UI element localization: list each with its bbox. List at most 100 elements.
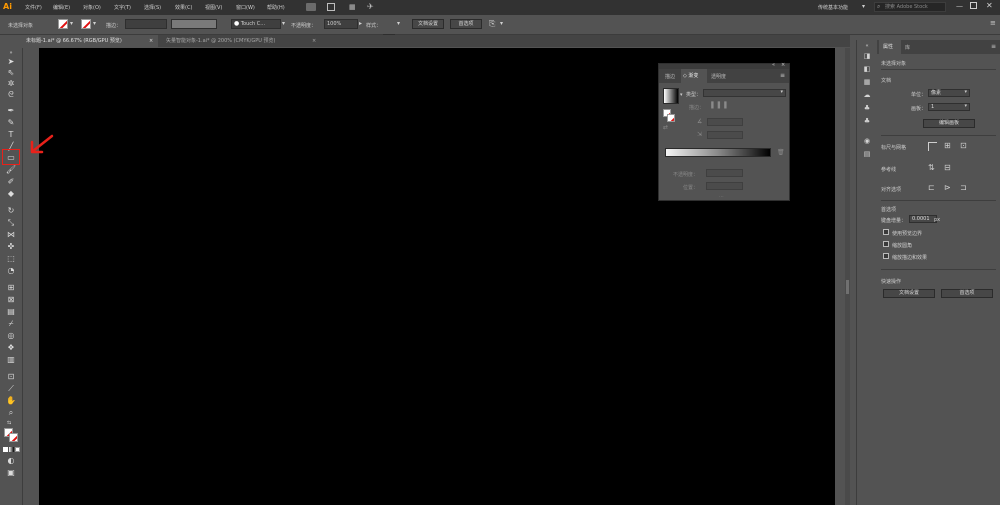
menu-file[interactable]: 文件(F) <box>25 4 42 11</box>
use-preview-bounds-checkbox[interactable] <box>883 229 889 235</box>
none-mode-icon[interactable] <box>15 447 20 452</box>
direct-selection-tool-icon[interactable]: ⇖ <box>5 68 17 78</box>
tab-close-icon[interactable]: × <box>312 35 316 47</box>
aspect-ratio-field[interactable] <box>707 131 743 139</box>
brushes-panel-icon[interactable]: ♣ <box>862 104 872 113</box>
tab-close-icon[interactable]: × <box>149 35 153 47</box>
drawing-mode-icon[interactable]: ◐ <box>5 456 17 466</box>
screen-mode-icon[interactable]: ▣ <box>5 468 17 478</box>
menu-view[interactable]: 视图(V) <box>205 4 222 11</box>
panel-menu-icon[interactable]: ≡ <box>780 72 785 79</box>
stroke-gradient-mode-icons[interactable]: ▐ ▐ ▐ <box>709 102 743 110</box>
preferences-button[interactable]: 首选项 <box>450 19 482 29</box>
tab-libraries[interactable]: 库 <box>905 44 910 51</box>
tab-stroke[interactable]: 描边 <box>665 73 675 80</box>
blend-tool-icon[interactable]: ◎ <box>5 331 17 341</box>
menu-window[interactable]: 窗口(W) <box>236 4 255 11</box>
eyedropper-tool-icon[interactable]: ⌿ <box>5 319 17 329</box>
magic-wand-tool-icon[interactable]: ✲ <box>5 79 17 89</box>
stroke-dropdown-icon[interactable]: ▾ <box>93 20 96 27</box>
opacity-dropdown-icon[interactable]: ▸ <box>359 20 362 27</box>
gradient-slider[interactable] <box>665 148 771 157</box>
appearance-panel-icon[interactable]: ◉ <box>862 137 872 146</box>
panel-resize-handle-icon[interactable]: ⋯ <box>719 194 724 200</box>
menu-select[interactable]: 选择(S) <box>144 4 161 11</box>
gradient-type-select[interactable]: ▾ <box>703 89 786 97</box>
eraser-tool-icon[interactable]: ◆ <box>5 189 17 199</box>
symbol-sprayer-tool-icon[interactable]: ❖ <box>5 343 17 353</box>
menu-effect[interactable]: 效果(C) <box>175 4 192 11</box>
dock-expand-icon[interactable]: « <box>862 44 872 49</box>
layout-icon[interactable]: ▦ <box>349 4 358 11</box>
color-panel-icon[interactable]: ◨ <box>862 52 872 61</box>
swatches-panel-icon[interactable]: ▦ <box>862 78 872 87</box>
arrange-dropdown-icon[interactable]: ▾ <box>500 20 503 27</box>
workspace-dropdown-icon[interactable]: ▾ <box>862 3 865 10</box>
hand-tool-icon[interactable]: ✋ <box>5 396 17 406</box>
curvature-tool-icon[interactable]: ✎ <box>5 118 17 128</box>
scale-tool-icon[interactable]: ⤡ <box>5 218 17 228</box>
snap-to-grid-icon[interactable]: ⊳ <box>944 183 954 193</box>
tab-transparency[interactable]: 透明度 <box>711 73 726 80</box>
panel-close-icon[interactable]: × <box>781 62 785 68</box>
free-transform-tool-icon[interactable]: ⬚ <box>5 254 17 264</box>
document-setup-button[interactable]: 文档设置 <box>412 19 444 29</box>
tab-gradient[interactable]: ◇ 渐变 <box>681 69 707 83</box>
lasso-tool-icon[interactable]: ᘓ <box>5 90 17 100</box>
menu-help[interactable]: 帮助(H) <box>267 4 285 11</box>
width-tool-icon[interactable]: ⋈ <box>5 230 17 240</box>
opacity-field[interactable]: 100% <box>324 19 358 29</box>
send-icon[interactable]: ✈ <box>367 2 377 12</box>
selection-tool-icon[interactable]: ➤ <box>5 57 17 67</box>
libraries-panel-icon[interactable]: ☁ <box>862 91 872 100</box>
quick-doc-setup-button[interactable]: 文档设置 <box>883 289 935 298</box>
angle-field[interactable] <box>707 118 743 126</box>
menu-edit[interactable]: 编辑(E) <box>53 4 70 11</box>
color-guide-icon[interactable]: ◧ <box>862 65 872 74</box>
tab-untitled-1[interactable]: 未标题-1.ai* @ 66.67% (RGB/GPU 预览) × <box>22 35 158 47</box>
paintbrush-tool-icon[interactable]: 🖌 <box>5 165 17 175</box>
panel-collapse-icon[interactable]: « <box>772 62 775 68</box>
scale-strokes-checkbox[interactable] <box>883 253 889 259</box>
artboard-tool-icon[interactable]: ⊡ <box>5 372 17 382</box>
units-select[interactable]: 像素 ▾ <box>928 89 970 97</box>
bridge-icon[interactable] <box>306 3 316 11</box>
color-mode-icon[interactable] <box>3 447 8 452</box>
stroke-color-swatch[interactable] <box>9 433 18 442</box>
scrollbar-thumb[interactable] <box>846 280 849 294</box>
tab-vector-smart-object-1[interactable]: 矢量智能对象-1.ai* @ 200% (CMYK/GPU 预览) × <box>162 35 322 47</box>
perspective-grid-tool-icon[interactable]: ⊞ <box>5 283 17 293</box>
gradient-thumbnail[interactable] <box>663 88 679 104</box>
arrange-icon[interactable]: ⎘ <box>489 19 495 29</box>
snap-to-point-icon[interactable]: ⊏ <box>928 183 938 193</box>
gradient-tool-icon[interactable]: ▤ <box>5 307 17 317</box>
style-dropdown-icon[interactable]: ▾ <box>397 20 400 27</box>
menu-object[interactable]: 对象(O) <box>83 4 101 11</box>
puppet-warp-tool-icon[interactable]: ✜ <box>5 242 17 252</box>
panel-menu-icon[interactable]: ≡ <box>991 43 996 50</box>
show-guides-icon[interactable]: ⇅ <box>928 163 938 173</box>
lock-guides-icon[interactable]: ⊟ <box>944 163 954 173</box>
keyboard-increment-field[interactable]: 0.0001 <box>909 215 937 223</box>
tab-properties[interactable]: 属性 <box>879 40 901 54</box>
stop-position-field[interactable] <box>706 182 743 190</box>
slice-tool-icon[interactable]: ⟋ <box>5 384 17 394</box>
shaper-tool-icon[interactable]: ✐ <box>5 177 17 187</box>
ruler-icon[interactable] <box>928 142 937 151</box>
layers-panel-icon[interactable]: ▤ <box>862 150 872 159</box>
thumbnail-dropdown-icon[interactable]: ▾ <box>680 92 683 98</box>
artboard-select[interactable]: 1 ▾ <box>928 103 970 111</box>
reverse-gradient-icon[interactable]: ⇄ <box>663 124 668 131</box>
brush-dropdown-icon[interactable]: ▾ <box>282 20 285 27</box>
stroke-swatch[interactable] <box>81 19 91 29</box>
snap-to-pixel-icon[interactable]: ⊐ <box>960 183 970 193</box>
panel-menu-icon[interactable]: ≡ <box>990 19 996 27</box>
vertical-scrollbar[interactable] <box>845 48 850 505</box>
scale-corners-checkbox[interactable] <box>883 241 889 247</box>
zoom-tool-icon[interactable]: ⌕ <box>5 408 17 418</box>
toolbar-collapse-icon[interactable]: » <box>5 50 17 56</box>
fill-swatch[interactable] <box>58 19 68 29</box>
gradient-stroke-swatch[interactable] <box>667 114 675 122</box>
menu-type[interactable]: 文字(T) <box>114 4 131 11</box>
stroke-weight-field[interactable] <box>125 19 167 29</box>
